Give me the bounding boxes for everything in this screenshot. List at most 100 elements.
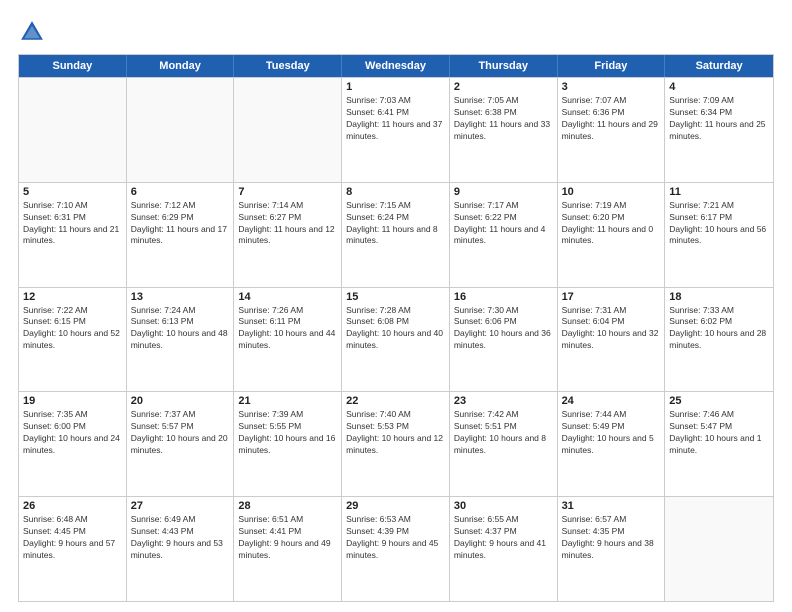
day-info: Sunrise: 7:30 AM Sunset: 6:06 PM Dayligh… bbox=[454, 305, 553, 353]
day-number: 23 bbox=[454, 395, 553, 407]
day-cell-16: 16Sunrise: 7:30 AM Sunset: 6:06 PM Dayli… bbox=[450, 288, 558, 392]
day-info: Sunrise: 6:49 AM Sunset: 4:43 PM Dayligh… bbox=[131, 514, 230, 562]
day-info: Sunrise: 7:33 AM Sunset: 6:02 PM Dayligh… bbox=[669, 305, 769, 353]
day-cell-20: 20Sunrise: 7:37 AM Sunset: 5:57 PM Dayli… bbox=[127, 392, 235, 496]
calendar-row-5: 26Sunrise: 6:48 AM Sunset: 4:45 PM Dayli… bbox=[19, 496, 773, 601]
day-cell-26: 26Sunrise: 6:48 AM Sunset: 4:45 PM Dayli… bbox=[19, 497, 127, 601]
day-info: Sunrise: 7:31 AM Sunset: 6:04 PM Dayligh… bbox=[562, 305, 661, 353]
day-number: 21 bbox=[238, 395, 337, 407]
day-number: 11 bbox=[669, 186, 769, 198]
calendar-header: SundayMondayTuesdayWednesdayThursdayFrid… bbox=[19, 55, 773, 77]
day-info: Sunrise: 7:14 AM Sunset: 6:27 PM Dayligh… bbox=[238, 200, 337, 248]
day-cell-30: 30 Sunrise: 6:55 AM Sunset: 4:37 PM Dayli… bbox=[450, 497, 558, 601]
day-header-friday: Friday bbox=[558, 55, 666, 77]
day-info: Sunrise: 6:55 AM Sunset: 4:37 PM Dayligh… bbox=[454, 514, 553, 562]
day-number: 30 bbox=[454, 500, 553, 512]
day-cell-4: 4Sunrise: 7:09 AM Sunset: 6:34 PM Daylig… bbox=[665, 78, 773, 182]
day-info: Sunrise: 6:53 AM Sunset: 4:39 PM Dayligh… bbox=[346, 514, 445, 562]
day-info: Sunrise: 7:22 AM Sunset: 6:15 PM Dayligh… bbox=[23, 305, 122, 353]
day-cell-12: 12 Sunrise: 7:22 AM Sunset: 6:15 PM Dayli… bbox=[19, 288, 127, 392]
day-number: 3 bbox=[562, 81, 661, 93]
day-cell-17: 17 Sunrise: 7:31 AM Sunset: 6:04 PM Dayli… bbox=[558, 288, 666, 392]
day-info: Sunrise: 6:48 AM Sunset: 4:45 PM Dayligh… bbox=[23, 514, 122, 562]
day-cell-21: 21 Sunrise: 7:39 AM Sunset: 5:55 PM Dayli… bbox=[234, 392, 342, 496]
day-info: Sunrise: 7:17 AM Sunset: 6:22 PM Dayligh… bbox=[454, 200, 553, 248]
day-cell-13: 13 Sunrise: 7:24 AM Sunset: 6:13 PM Dayli… bbox=[127, 288, 235, 392]
day-number: 13 bbox=[131, 291, 230, 303]
day-cell-24: 24 Sunrise: 7:44 AM Sunset: 5:49 PM Dayli… bbox=[558, 392, 666, 496]
day-number: 6 bbox=[131, 186, 230, 198]
day-cell-18: 18 Sunrise: 7:33 AM Sunset: 6:02 PM Dayli… bbox=[665, 288, 773, 392]
day-info: Sunrise: 7:12 AM Sunset: 6:29 PM Dayligh… bbox=[131, 200, 230, 248]
page: SundayMondayTuesdayWednesdayThursdayFrid… bbox=[0, 0, 792, 612]
day-cell-11: 11 Sunrise: 7:21 AM Sunset: 6:17 PM Dayli… bbox=[665, 183, 773, 287]
day-info: Sunrise: 6:51 AM Sunset: 4:41 PM Dayligh… bbox=[238, 514, 337, 562]
day-cell-15: 15 Sunrise: 7:28 AM Sunset: 6:08 PM Dayli… bbox=[342, 288, 450, 392]
day-info: Sunrise: 7:28 AM Sunset: 6:08 PM Dayligh… bbox=[346, 305, 445, 353]
day-info: Sunrise: 7:10 AM Sunset: 6:31 PM Dayligh… bbox=[23, 200, 122, 248]
day-cell-3: 3Sunrise: 7:07 AM Sunset: 6:36 PM Daylig… bbox=[558, 78, 666, 182]
day-number: 19 bbox=[23, 395, 122, 407]
day-info: Sunrise: 7:35 AM Sunset: 6:00 PM Dayligh… bbox=[23, 409, 122, 457]
day-info: Sunrise: 7:24 AM Sunset: 6:13 PM Dayligh… bbox=[131, 305, 230, 353]
day-header-wednesday: Wednesday bbox=[342, 55, 450, 77]
calendar-row-2: 5 Sunrise: 7:10 AM Sunset: 6:31 PM Daylig… bbox=[19, 182, 773, 287]
day-cell-23: 23 Sunrise: 7:42 AM Sunset: 5:51 PM Dayli… bbox=[450, 392, 558, 496]
calendar-row-3: 12 Sunrise: 7:22 AM Sunset: 6:15 PM Dayli… bbox=[19, 287, 773, 392]
calendar-row-4: 19 Sunrise: 7:35 AM Sunset: 6:00 PM Dayli… bbox=[19, 391, 773, 496]
day-info: Sunrise: 7:40 AM Sunset: 5:53 PM Dayligh… bbox=[346, 409, 445, 457]
day-cell-22: 22 Sunrise: 7:40 AM Sunset: 5:53 PM Dayli… bbox=[342, 392, 450, 496]
day-number: 15 bbox=[346, 291, 445, 303]
day-cell-28: 28 Sunrise: 6:51 AM Sunset: 4:41 PM Dayli… bbox=[234, 497, 342, 601]
day-info: Sunrise: 7:37 AM Sunset: 5:57 PM Dayligh… bbox=[131, 409, 230, 457]
day-number: 12 bbox=[23, 291, 122, 303]
day-number: 8 bbox=[346, 186, 445, 198]
day-number: 2 bbox=[454, 81, 553, 93]
day-header-thursday: Thursday bbox=[450, 55, 558, 77]
day-number: 28 bbox=[238, 500, 337, 512]
day-info: Sunrise: 6:57 AM Sunset: 4:35 PM Dayligh… bbox=[562, 514, 661, 562]
day-cell-10: 10 Sunrise: 7:19 AM Sunset: 6:20 PM Dayli… bbox=[558, 183, 666, 287]
day-cell-25: 25 Sunrise: 7:46 AM Sunset: 5:47 PM Dayli… bbox=[665, 392, 773, 496]
day-number: 25 bbox=[669, 395, 769, 407]
calendar-row-1: 1 Sunrise: 7:03 AM Sunset: 6:41 PM Daylig… bbox=[19, 77, 773, 182]
day-info: Sunrise: 7:26 AM Sunset: 6:11 PM Dayligh… bbox=[238, 305, 337, 353]
day-number: 9 bbox=[454, 186, 553, 198]
day-info: Sunrise: 7:46 AM Sunset: 5:47 PM Dayligh… bbox=[669, 409, 769, 457]
day-cell-19: 19 Sunrise: 7:35 AM Sunset: 6:00 PM Dayli… bbox=[19, 392, 127, 496]
empty-cell bbox=[19, 78, 127, 182]
day-number: 7 bbox=[238, 186, 337, 198]
day-cell-1: 1 Sunrise: 7:03 AM Sunset: 6:41 PM Daylig… bbox=[342, 78, 450, 182]
day-header-tuesday: Tuesday bbox=[234, 55, 342, 77]
day-info: Sunrise: 7:19 AM Sunset: 6:20 PM Dayligh… bbox=[562, 200, 661, 248]
day-info: Sunrise: 7:44 AM Sunset: 5:49 PM Dayligh… bbox=[562, 409, 661, 457]
day-number: 31 bbox=[562, 500, 661, 512]
day-info: Sunrise: 7:05 AM Sunset: 6:38 PM Dayligh… bbox=[454, 95, 553, 143]
day-header-monday: Monday bbox=[127, 55, 235, 77]
day-cell-5: 5 Sunrise: 7:10 AM Sunset: 6:31 PM Daylig… bbox=[19, 183, 127, 287]
logo-icon bbox=[18, 18, 46, 46]
day-cell-8: 8 Sunrise: 7:15 AM Sunset: 6:24 PM Daylig… bbox=[342, 183, 450, 287]
day-cell-29: 29 Sunrise: 6:53 AM Sunset: 4:39 PM Dayli… bbox=[342, 497, 450, 601]
day-cell-14: 14Sunrise: 7:26 AM Sunset: 6:11 PM Dayli… bbox=[234, 288, 342, 392]
calendar: SundayMondayTuesdayWednesdayThursdayFrid… bbox=[18, 54, 774, 602]
day-number: 4 bbox=[669, 81, 769, 93]
day-number: 24 bbox=[562, 395, 661, 407]
day-number: 22 bbox=[346, 395, 445, 407]
day-info: Sunrise: 7:21 AM Sunset: 6:17 PM Dayligh… bbox=[669, 200, 769, 248]
day-number: 1 bbox=[346, 81, 445, 93]
day-number: 18 bbox=[669, 291, 769, 303]
day-info: Sunrise: 7:15 AM Sunset: 6:24 PM Dayligh… bbox=[346, 200, 445, 248]
day-number: 17 bbox=[562, 291, 661, 303]
day-cell-31: 31 Sunrise: 6:57 AM Sunset: 4:35 PM Dayli… bbox=[558, 497, 666, 601]
day-number: 29 bbox=[346, 500, 445, 512]
day-cell-7: 7 Sunrise: 7:14 AM Sunset: 6:27 PM Daylig… bbox=[234, 183, 342, 287]
day-info: Sunrise: 7:42 AM Sunset: 5:51 PM Dayligh… bbox=[454, 409, 553, 457]
day-info: Sunrise: 7:03 AM Sunset: 6:41 PM Dayligh… bbox=[346, 95, 445, 143]
day-info: Sunrise: 7:39 AM Sunset: 5:55 PM Dayligh… bbox=[238, 409, 337, 457]
day-header-sunday: Sunday bbox=[19, 55, 127, 77]
empty-cell bbox=[234, 78, 342, 182]
day-number: 10 bbox=[562, 186, 661, 198]
logo bbox=[18, 18, 50, 46]
day-number: 5 bbox=[23, 186, 122, 198]
